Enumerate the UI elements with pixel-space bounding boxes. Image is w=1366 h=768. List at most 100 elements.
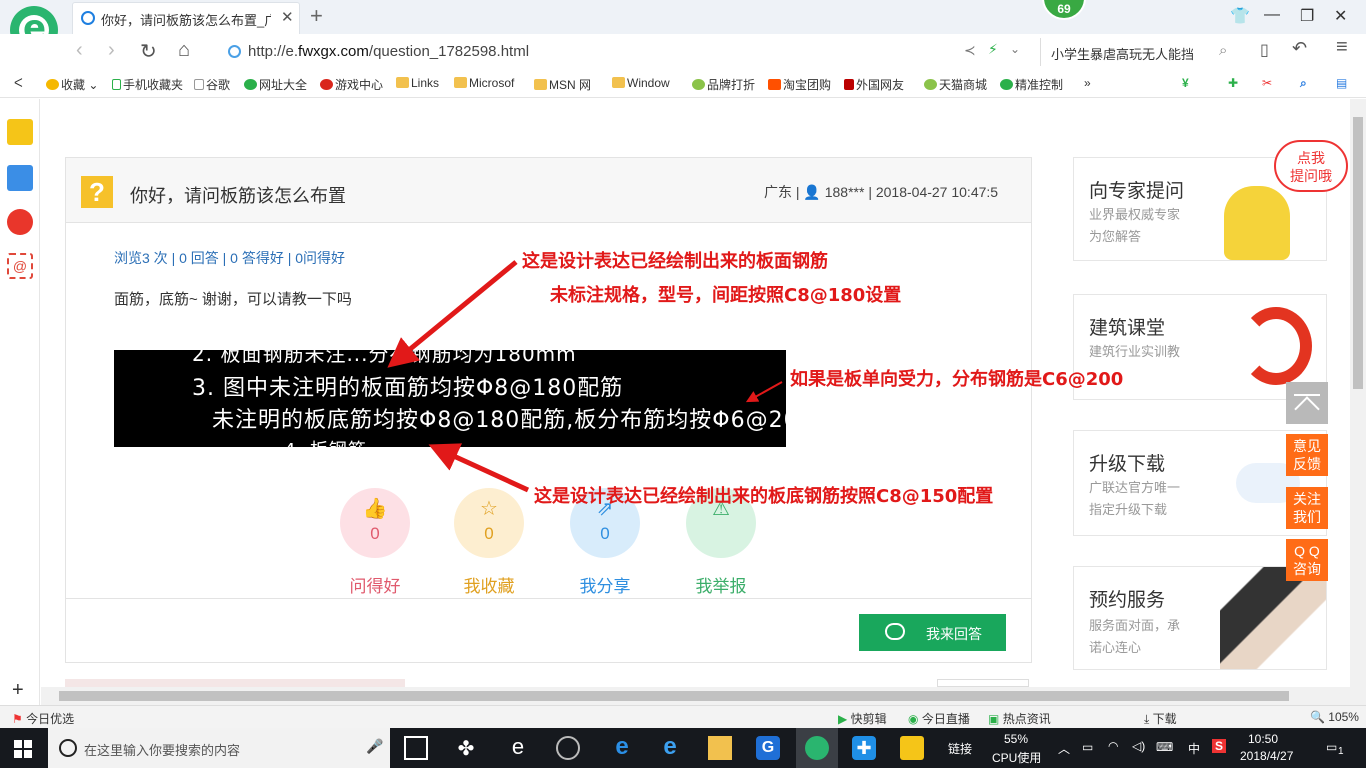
answer-button[interactable]: 我来回答 xyxy=(859,614,1006,651)
shirt-skin-icon[interactable]: 👕 xyxy=(1230,6,1250,26)
tab-active[interactable]: 你好，请问板筋该怎么布置_广联 ✕ xyxy=(72,2,300,34)
bookmark-item[interactable]: 品牌打折 xyxy=(692,76,755,93)
extension-icon[interactable]: ✚ xyxy=(1228,76,1238,90)
ask-bubble[interactable]: 点我 提问哦 xyxy=(1274,140,1348,192)
status-item[interactable]: ▣ 热点资讯 xyxy=(988,710,1051,727)
bookmark-item[interactable]: 手机收藏夹 xyxy=(112,76,183,93)
taskbar-search[interactable]: 在这里输入你要搜索的内容 🎤 xyxy=(48,728,390,768)
question-stats[interactable]: 浏览3 次 | 0 回答 | 0 答得好 | 0问得好 xyxy=(114,248,345,268)
microphone-icon[interactable]: 🎤 xyxy=(366,738,383,755)
minimize-icon[interactable]: — xyxy=(1264,6,1280,24)
share-icon[interactable]: ≺ xyxy=(964,42,976,59)
bookmark-item[interactable]: Links xyxy=(396,76,439,90)
horizontal-scrollbar[interactable] xyxy=(41,687,1350,705)
zoom-level[interactable]: 🔍 105% xyxy=(1310,710,1359,724)
phone-icon[interactable]: ▯ xyxy=(1260,40,1269,60)
keyboard-icon[interactable]: ⌨ xyxy=(1156,740,1173,754)
email-icon[interactable]: @ xyxy=(7,253,33,279)
search-icon[interactable]: ⌕ xyxy=(1219,42,1227,59)
window-close-icon[interactable]: ✕ xyxy=(1334,6,1347,26)
chevron-down-icon[interactable]: ⌄ xyxy=(1010,42,1020,56)
file-explorer-icon[interactable] xyxy=(708,736,732,760)
tray-chevron-icon[interactable]: ︿ xyxy=(1058,740,1070,757)
ask-good-button[interactable]: 👍 0 xyxy=(340,488,410,558)
bookmarks-collapse-icon[interactable]: ᐸ xyxy=(14,76,23,90)
edge-icon[interactable]: e xyxy=(610,735,634,760)
bookmark-item[interactable]: MSN 网 xyxy=(534,76,591,93)
favorite-button[interactable]: ☆ 0 xyxy=(454,488,524,558)
today-picks-icon[interactable]: ⚑ 今日优选 xyxy=(12,710,74,727)
ask-good-label[interactable]: 问得好 xyxy=(330,572,420,597)
bookmark-item[interactable]: Window xyxy=(612,76,670,90)
address-bar[interactable]: http://e.fwxgx.com/question_1782598.html xyxy=(222,38,1028,66)
status-item[interactable]: ⤓ 下载 xyxy=(1144,710,1177,727)
vertical-scrollbar-thumb[interactable] xyxy=(1353,117,1363,389)
url-text[interactable]: http://e.fwxgx.com/question_1782598.html xyxy=(248,43,529,60)
search-query[interactable]: 小学生暴虐高玩无人能挡 xyxy=(1051,44,1194,63)
restore-icon[interactable]: ❐ xyxy=(1300,6,1314,26)
app-swirl-icon[interactable] xyxy=(556,736,580,760)
qq-consult-button[interactable]: Q Q 咨询 xyxy=(1286,539,1328,581)
sogou-ime-icon[interactable]: S xyxy=(1212,739,1227,753)
bookmark-item[interactable]: 游戏中心 xyxy=(320,76,383,93)
ie-icon[interactable]: e xyxy=(658,735,682,760)
pinwheel-app-icon[interactable]: ✤ xyxy=(454,736,478,760)
glodon-app-icon[interactable]: G xyxy=(756,736,780,760)
undo-icon[interactable]: ↶ xyxy=(1292,38,1307,59)
share-label[interactable]: 我分享 xyxy=(560,572,650,597)
notes-app-icon[interactable] xyxy=(900,736,924,760)
task-view-icon[interactable] xyxy=(404,736,428,760)
volume-icon[interactable]: ◁) xyxy=(1132,739,1145,753)
forward-icon[interactable]: › xyxy=(108,39,115,62)
card-appointment[interactable]: 预约服务 服务面对面，承 诺心连心 xyxy=(1073,566,1327,670)
report-label[interactable]: 我举报 xyxy=(676,572,766,597)
vertical-scrollbar[interactable] xyxy=(1350,99,1366,705)
bookmark-item[interactable]: 天猫商城 xyxy=(924,76,987,93)
bookmark-item[interactable]: 精准控制 xyxy=(1000,76,1063,93)
new-tab-button[interactable]: + xyxy=(310,3,323,29)
clock-date[interactable]: 2018/4/27 xyxy=(1240,749,1293,763)
edge-browser-icon[interactable]: e xyxy=(506,736,530,760)
status-item[interactable]: ▶ 快剪辑 xyxy=(838,710,887,727)
favorite-label[interactable]: 我收藏 xyxy=(444,572,534,597)
shield-icon[interactable]: ¥ xyxy=(1182,76,1189,90)
bookmark-item[interactable]: 收藏 ⌄ xyxy=(46,76,98,93)
battery-icon[interactable]: ▭ xyxy=(1082,740,1093,754)
zoom-search-icon[interactable]: ⌕ xyxy=(1300,76,1307,91)
scissors-icon[interactable]: ✂ xyxy=(1262,76,1272,90)
bookmark-item[interactable]: Microsof xyxy=(454,76,514,90)
status-item[interactable]: ◉ 今日直播 xyxy=(908,710,970,727)
clock-time[interactable]: 10:50 xyxy=(1248,732,1278,746)
windows-start-icon[interactable] xyxy=(14,740,32,758)
feedback-button[interactable]: 意见 反馈 xyxy=(1286,434,1328,476)
search-box[interactable]: 小学生暴虐高玩无人能挡 ⌕ xyxy=(1040,38,1240,66)
horizontal-scrollbar-thumb[interactable] xyxy=(59,691,1289,701)
bookmark-item[interactable]: 淘宝团购 xyxy=(768,76,831,93)
plus-app-icon[interactable]: ✚ xyxy=(852,736,876,760)
annotation-top-line2: 未标注规格，型号，间距按照C8@180设置 xyxy=(550,285,902,306)
add-sidebar-icon[interactable]: + xyxy=(12,679,24,702)
reader-icon[interactable] xyxy=(7,165,33,191)
notification-badge[interactable]: 69 xyxy=(1042,0,1086,20)
grid-icon[interactable]: ▤ xyxy=(1336,76,1347,90)
wifi-icon[interactable]: ◠ xyxy=(1108,739,1118,753)
menu-icon[interactable]: ≡ xyxy=(1336,36,1348,59)
taskbar-links[interactable]: 链接 xyxy=(948,740,972,757)
home-icon[interactable]: ⌂ xyxy=(178,39,190,62)
back-icon[interactable]: ‹ xyxy=(76,39,83,62)
bookmark-item[interactable]: 网址大全 xyxy=(244,76,307,93)
bookmark-item[interactable]: 谷歌 xyxy=(194,76,230,93)
favorites-star-icon[interactable] xyxy=(7,119,33,145)
back-to-top-button[interactable] xyxy=(1286,382,1328,424)
tab-close-icon[interactable]: ✕ xyxy=(281,8,294,26)
bookmark-item[interactable]: 外国网友 xyxy=(844,76,904,93)
follow-us-button[interactable]: 关注 我们 xyxy=(1286,487,1328,529)
tab-bar: 你好，请问板筋该怎么布置_广联 ✕ + 69 👕 — ❐ ✕ xyxy=(0,0,1366,34)
notification-center-icon[interactable]: ▭ xyxy=(1326,740,1337,754)
bookmarks-more-icon[interactable]: » xyxy=(1084,76,1091,90)
refresh-icon[interactable]: ↻ xyxy=(140,39,157,64)
lightning-icon[interactable]: ⚡ xyxy=(988,41,998,58)
e-browser-icon[interactable] xyxy=(805,736,829,760)
weibo-icon[interactable] xyxy=(7,209,33,235)
ime-indicator[interactable]: 中 xyxy=(1188,740,1200,757)
